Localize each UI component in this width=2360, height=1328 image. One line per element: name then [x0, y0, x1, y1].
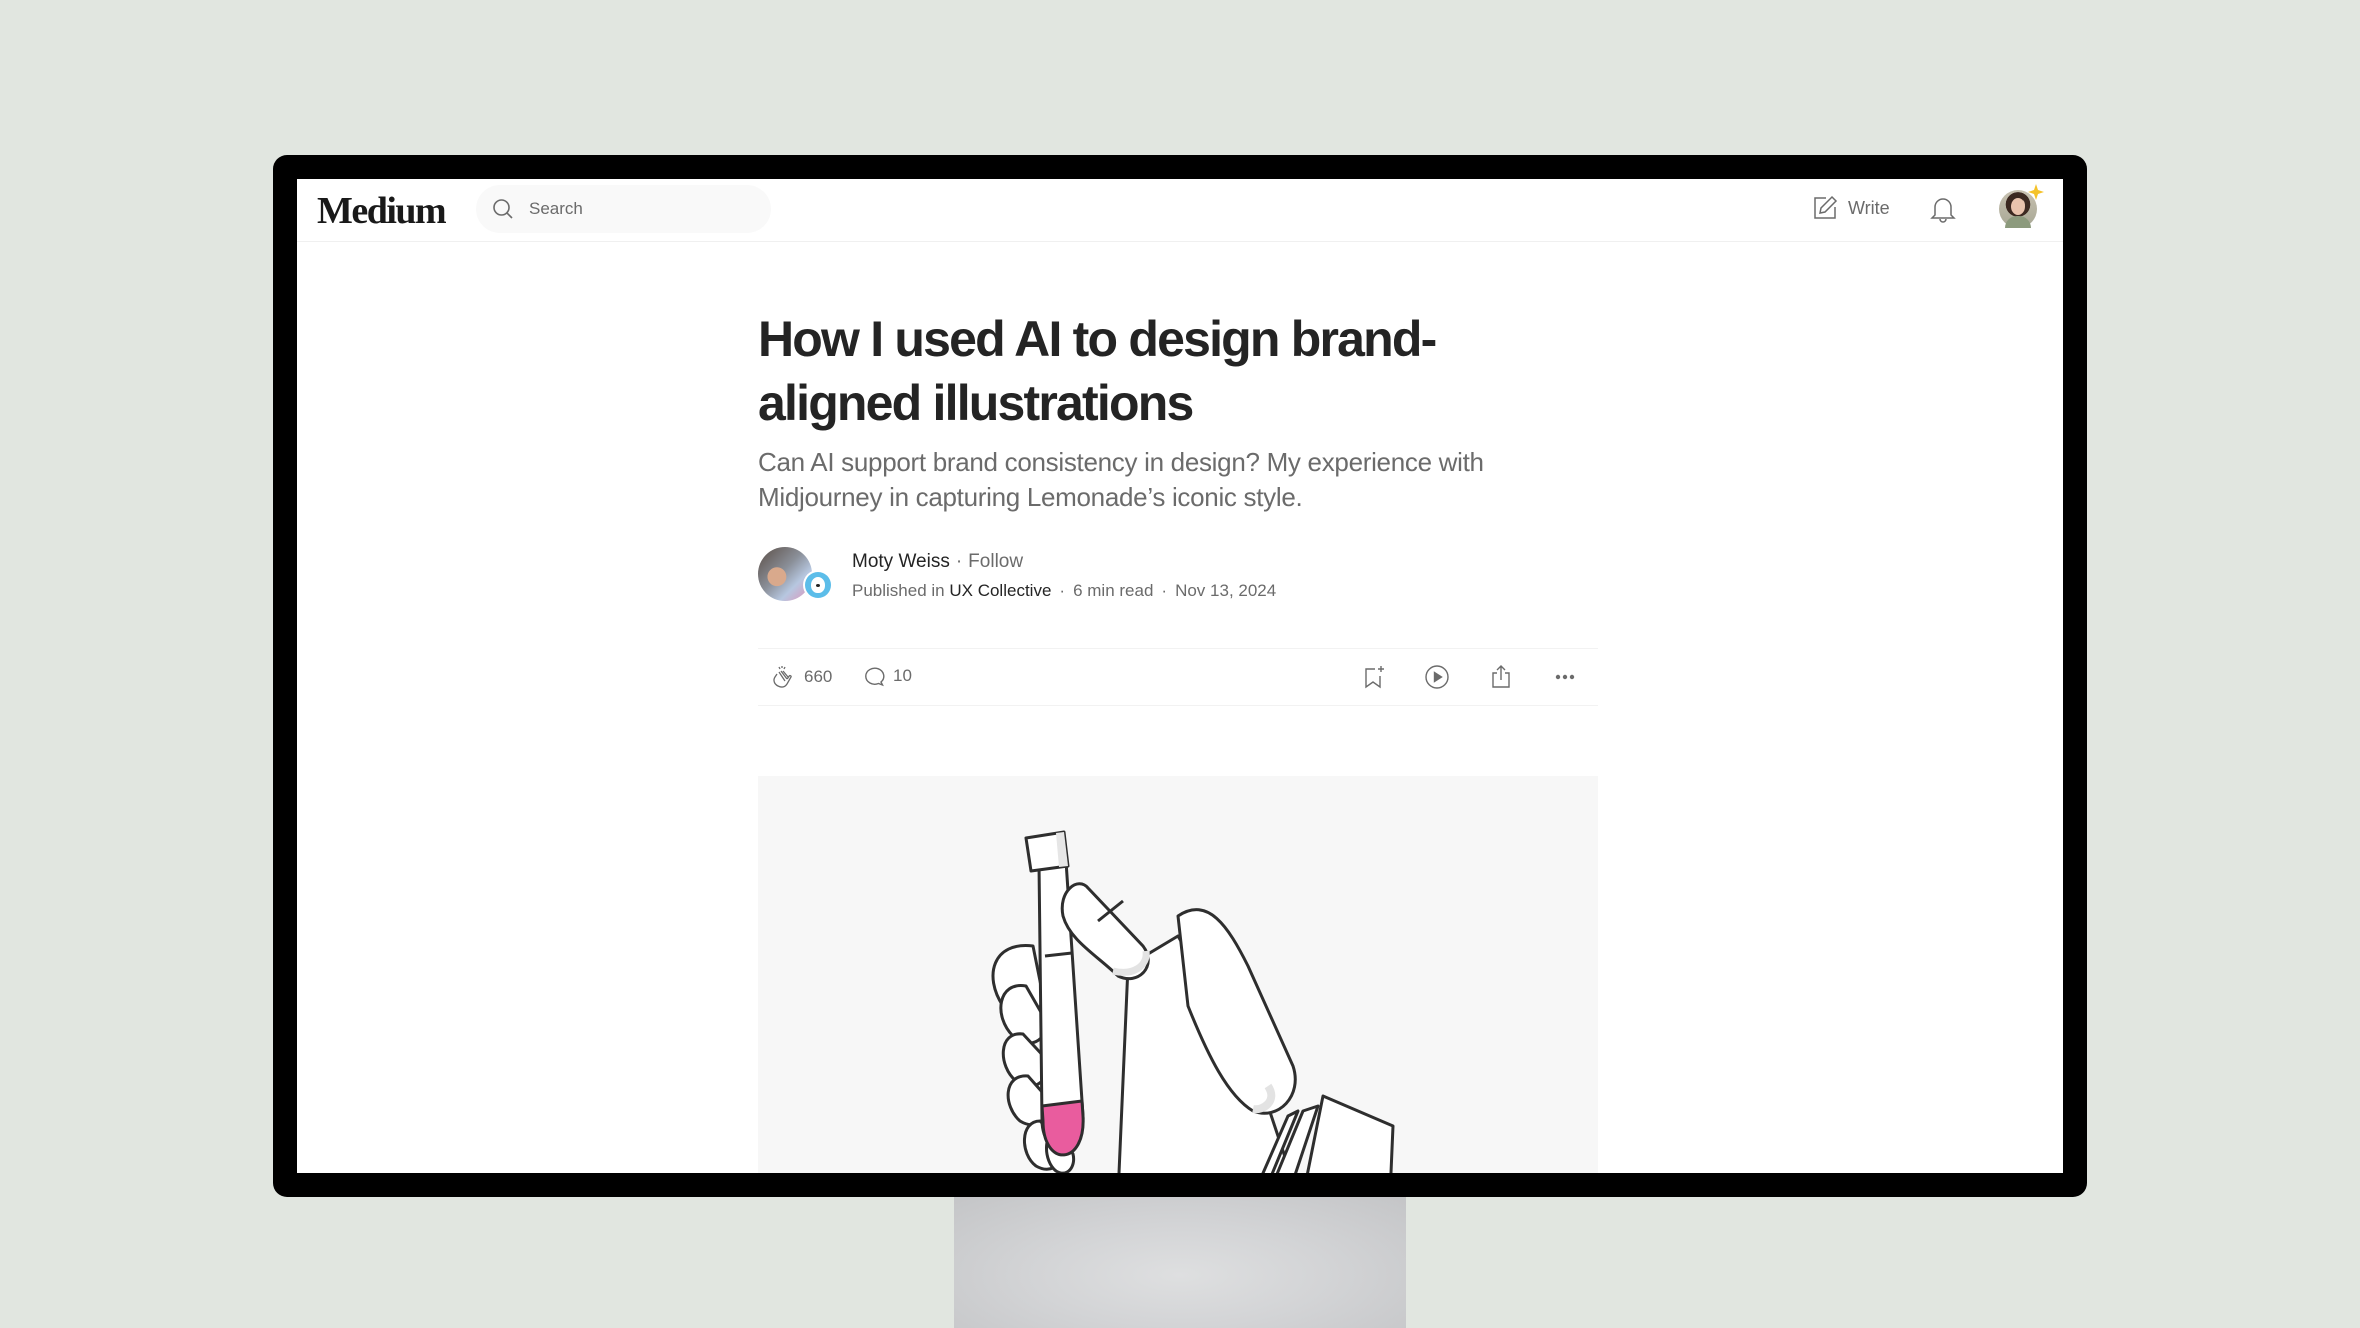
publication-link[interactable]: UX Collective [949, 581, 1051, 600]
clap-icon [773, 666, 792, 688]
write-button[interactable]: Write [1812, 195, 1890, 221]
save-button[interactable] [1361, 664, 1387, 690]
author-name[interactable]: Moty Weiss [852, 551, 950, 572]
follow-button[interactable]: Follow [968, 551, 1023, 572]
comments-button[interactable]: 10 [861, 664, 912, 688]
separator: · [1059, 581, 1066, 600]
more-icon [1555, 674, 1575, 680]
search-input[interactable] [527, 198, 751, 220]
more-button[interactable] [1552, 664, 1578, 690]
top-navigation: Medium Write [297, 179, 2063, 242]
read-time: 6 min read [1073, 581, 1154, 600]
comment-count: 10 [893, 666, 912, 685]
avatar-body [2005, 216, 2031, 228]
publish-date: Nov 13, 2024 [1175, 581, 1277, 600]
robot-hand-test-tube-illustration [991, 830, 1395, 1173]
share-icon [1492, 665, 1510, 688]
medium-logo[interactable]: Medium [317, 189, 447, 233]
article-title: How I used AI to design brand-aligned il… [758, 311, 1437, 431]
published-prefix: Published in [852, 581, 945, 600]
listen-button[interactable] [1424, 664, 1450, 690]
share-button[interactable] [1488, 664, 1514, 690]
separator: · [955, 551, 963, 572]
clap-button[interactable]: 660 [770, 664, 832, 690]
pencil-square-icon [1814, 195, 1838, 219]
avatar-face [2011, 198, 2025, 215]
write-label: Write [1848, 197, 1890, 218]
sparkle-star-icon [2028, 184, 2044, 200]
article-action-bar: 660 10 [758, 648, 1598, 706]
author-avatar[interactable] [758, 547, 812, 601]
search-bar[interactable] [476, 185, 771, 233]
play-icon [1425, 665, 1449, 689]
notifications-button[interactable] [1930, 194, 1956, 229]
article-subtitle: Can AI support brand consistency in desi… [758, 447, 1484, 512]
polar-bear-logo [805, 572, 831, 598]
clap-count: 660 [804, 667, 833, 686]
hero-image [758, 776, 1598, 1173]
browser-screen: Medium Write How I used AI to de [297, 179, 2063, 1173]
search-icon [493, 199, 513, 219]
author-line: Moty Weiss · Follow [852, 551, 1023, 573]
monitor-stand [954, 1196, 1406, 1328]
separator: · [1161, 581, 1168, 600]
bell-icon [1930, 198, 1956, 223]
bear-nose [816, 584, 820, 587]
publication-avatar[interactable] [803, 570, 833, 600]
comment-icon [865, 667, 885, 687]
bookmark-add-icon [1365, 666, 1384, 689]
publication-line: Published in UX Collective · 6 min read · No… [852, 581, 1276, 601]
